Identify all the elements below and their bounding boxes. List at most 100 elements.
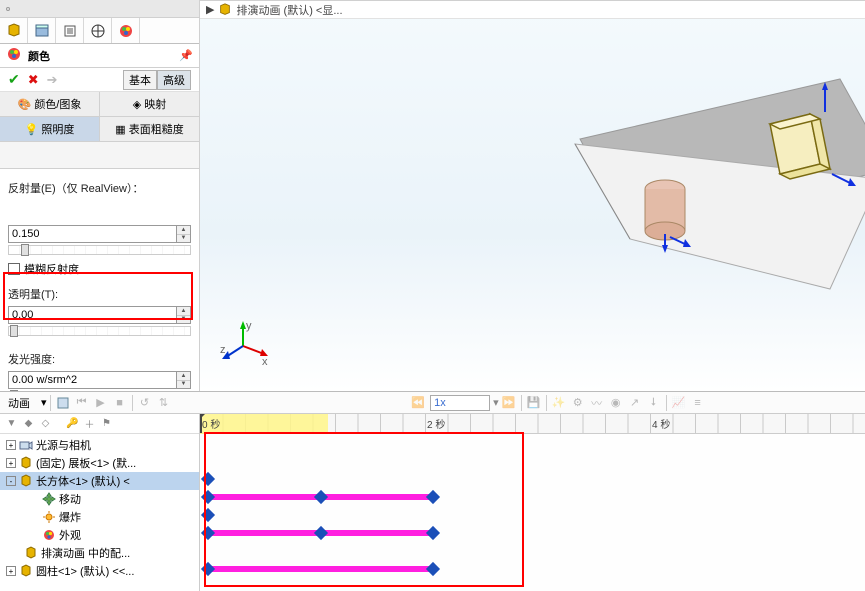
speed-input[interactable] [430,395,490,411]
tab-feature-manager[interactable] [0,18,28,43]
collapse-toggle[interactable]: + [6,440,16,450]
spring-button[interactable]: 〰 [588,394,606,412]
skip-end-button[interactable]: ⏩ [500,394,518,412]
tree-item-label: 外观 [59,527,81,543]
track-row[interactable] [200,452,865,470]
section-color-button[interactable]: 🎨颜色/图象 [0,92,100,116]
timeline[interactable]: 0 秒2 秒4 秒6 秒8 秒10 秒 [200,414,865,591]
anim-toolbar: 动画 ▾ ⏮ ▶ ■ ↺ ⇅ ⏪ ▾ ⏩ 💾 ✨ ⚙ 〰 ◉ ↗ ⭣ 📈 ≡ [0,392,865,414]
keyframe[interactable] [201,562,215,576]
viewport-header: ▶ 排演动画 (默认) <显... [200,1,865,19]
tree-item[interactable]: 爆炸 [0,508,199,526]
track-row[interactable] [200,506,865,524]
view-triad[interactable]: y x z [218,321,268,371]
tree-item[interactable]: +光源与相机 [0,436,199,454]
stop-button[interactable]: ■ [111,394,129,412]
pin-icon[interactable]: 📌 [179,49,193,62]
lumin-label: 发光强度: [8,349,191,369]
tree-item[interactable]: 移动 [0,490,199,508]
flag-icon[interactable]: ⚑ [99,416,114,431]
transp-input[interactable] [8,306,177,324]
calc-button[interactable] [54,394,72,412]
play-button[interactable]: ▶ [92,394,110,412]
collapse-toggle[interactable]: + [6,458,16,468]
section-light-button[interactable]: 💡照明度 [0,117,100,141]
tab-appearance[interactable] [112,18,140,43]
tab-property-manager[interactable] [28,18,56,43]
loop-button[interactable]: ↺ [136,394,154,412]
reflect-input[interactable] [8,225,177,243]
tree-item[interactable]: + 圆柱<1> (默认) <<... [0,562,199,580]
skip-back-button[interactable]: ⏮ [73,394,91,412]
tree-item[interactable]: + (固定) 展板<1> (默... [0,454,199,472]
appearance-panel: 颜色 📌 ✔ ✖ ➔ 基本 高级 🎨颜色/图象 ◈映射 💡照明度 ▦表面粗糙度 … [0,0,200,391]
transp-spinner[interactable]: ▲▼ [177,306,191,324]
tree-item[interactable]: 外观 [0,526,199,544]
tree-item-label: 圆柱<1> (默认) <<... [36,563,134,579]
keyframe[interactable] [426,490,440,504]
keyframe[interactable] [313,526,327,540]
transp-slider[interactable] [8,326,191,336]
force-button[interactable]: ↗ [626,394,644,412]
motor-button[interactable]: ⚙ [569,394,587,412]
keyframe[interactable] [201,508,215,522]
reflect-spinner[interactable]: ▲▼ [177,225,191,243]
autokey-icon[interactable]: 🔑 [65,416,80,431]
keyframe[interactable] [201,526,215,540]
keyframe[interactable] [313,490,327,504]
breadcrumb-arrow-icon[interactable]: ▶ [206,3,214,16]
keyframe[interactable] [426,562,440,576]
collapse-toggle[interactable]: + [6,566,16,576]
blur-checkbox[interactable] [8,263,20,275]
results-button[interactable]: 📈 [670,394,688,412]
track-row[interactable] [200,434,865,452]
addkey-icon[interactable]: ＋ [82,416,97,431]
ruler-tick: 4 秒 [652,416,670,431]
lumin-input[interactable] [8,371,177,389]
ruler-tick: 2 秒 [427,416,445,431]
contact-button[interactable]: ◉ [607,394,625,412]
keyframe[interactable] [201,490,215,504]
lumin-spinner[interactable]: ▲▼ [177,371,191,389]
properties-scroll[interactable]: 反射量(E)（仅 RealView）： ▲▼ 模糊反射度 透明量(T): ▲▼ … [0,168,199,391]
section-map-button[interactable]: ◈映射 [100,92,199,116]
timeline-ruler[interactable]: 0 秒2 秒4 秒6 秒8 秒10 秒 [200,414,865,434]
track-row[interactable] [200,488,865,506]
keyframe[interactable] [426,526,440,540]
tree-item[interactable]: -长方体<1> (默认) < [0,472,199,490]
mode-basic-button[interactable]: 基本 [123,70,157,90]
collapse-toggle[interactable]: - [6,476,16,486]
collapse-button[interactable]: ≡ [689,394,707,412]
tab-dim-xpert[interactable] [84,18,112,43]
keyframe[interactable] [201,472,215,486]
filter-icon[interactable]: ▼ [4,416,19,431]
section-rough-button[interactable]: ▦表面粗糙度 [100,117,199,141]
confirm-row: ✔ ✖ ➔ 基本 高级 [0,68,199,92]
viewport[interactable]: ▶ 排演动画 (默认) <显... [200,0,865,391]
blur-label: 模糊反射度 [24,261,79,277]
explode-icon [42,510,56,524]
ok-button[interactable]: ✔ [8,71,20,88]
tree-item-label: (固定) 展板<1> (默... [36,455,136,471]
mode-advanced-button[interactable]: 高级 [157,70,191,90]
skip-start-button[interactable]: ⏪ [409,394,427,412]
track-row[interactable] [200,470,865,488]
tree-item[interactable]: 排演动画 中的配... [0,544,199,562]
filter-key-icon[interactable]: ◆ [21,416,36,431]
gravity-button[interactable]: ⭣ [645,394,663,412]
wizard-button[interactable]: ✨ [550,394,568,412]
tab-config-manager[interactable] [56,18,84,43]
motion-study-icon [218,3,232,17]
track-row[interactable] [200,542,865,560]
save-anim-button[interactable]: 💾 [525,394,543,412]
tracks-area[interactable] [200,434,865,578]
track-row[interactable] [200,524,865,542]
reflect-slider[interactable] [8,245,191,255]
filter-driven-icon[interactable]: ◇ [38,416,53,431]
anim-tab-label[interactable]: 动画 [2,395,40,411]
swing-button[interactable]: ⇅ [155,394,173,412]
animation-bar[interactable] [208,566,433,572]
track-row[interactable] [200,560,865,578]
next-button[interactable]: ➔ [47,72,58,88]
cancel-button[interactable]: ✖ [28,72,39,88]
